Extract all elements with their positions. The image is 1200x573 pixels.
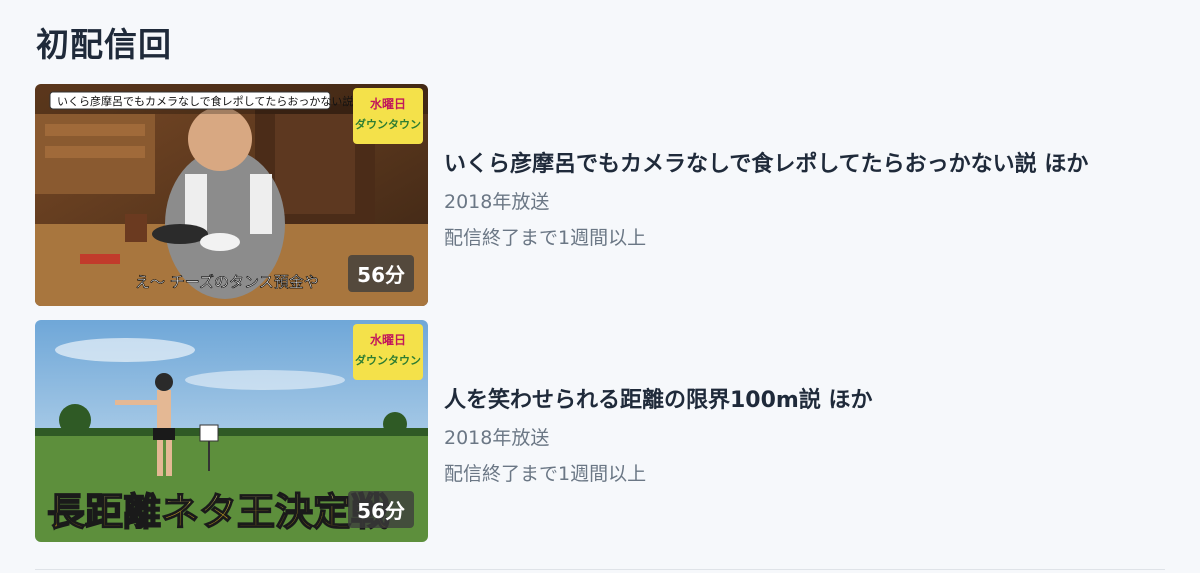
episode-card[interactable]: 水曜日 ダウンタウン 長距離ネタ王決定戦 56分 人を笑わせられる距離の限界10… (35, 320, 1165, 542)
thumbnail-top-caption: いくら彦摩呂でもカメラなしで食レポしてたらおっかない説 (57, 94, 353, 108)
broadcast-year: 2018年放送 (444, 191, 550, 213)
logo-bottom-text: ダウンタウン (355, 353, 421, 367)
duration-badge: 56分 (348, 255, 414, 292)
section-title: 初配信回 (36, 25, 172, 64)
broadcast-year: 2018年放送 (444, 427, 550, 449)
logo-top-text: 水曜日 (370, 332, 406, 347)
logo-top-text: 水曜日 (370, 96, 406, 111)
thumbnail-banner: 長距離ネタ王決定戦 (47, 489, 389, 534)
availability-text: 配信終了まで1週間以上 (444, 463, 647, 485)
episode-info: 人を笑わせられる距離の限界100m説 ほか 2018年放送 配信終了まで1週間以… (444, 382, 873, 486)
duration-badge: 56分 (348, 491, 414, 528)
episode-thumbnail[interactable]: いくら彦摩呂でもカメラなしで食レポしてたらおっかない説 水曜日 ダウンタウン え… (35, 84, 428, 306)
episode-info: いくら彦摩呂でもカメラなしで食レポしてたらおっかない説 ほか 2018年放送 配… (444, 146, 1088, 250)
section-divider (35, 569, 1165, 570)
episode-title[interactable]: いくら彦摩呂でもカメラなしで食レポしてたらおっかない説 ほか (444, 146, 1088, 178)
episode-thumbnail[interactable]: 水曜日 ダウンタウン 長距離ネタ王決定戦 56分 (35, 320, 428, 542)
thumbnail-subtitle: え～ チーズのタンス預金や (135, 273, 319, 291)
episode-card[interactable]: いくら彦摩呂でもカメラなしで食レポしてたらおっかない説 水曜日 ダウンタウン え… (35, 84, 1165, 306)
logo-bottom-text: ダウンタウン (355, 117, 421, 131)
episode-title[interactable]: 人を笑わせられる距離の限界100m説 ほか (444, 382, 873, 414)
availability-text: 配信終了まで1週間以上 (444, 227, 647, 249)
